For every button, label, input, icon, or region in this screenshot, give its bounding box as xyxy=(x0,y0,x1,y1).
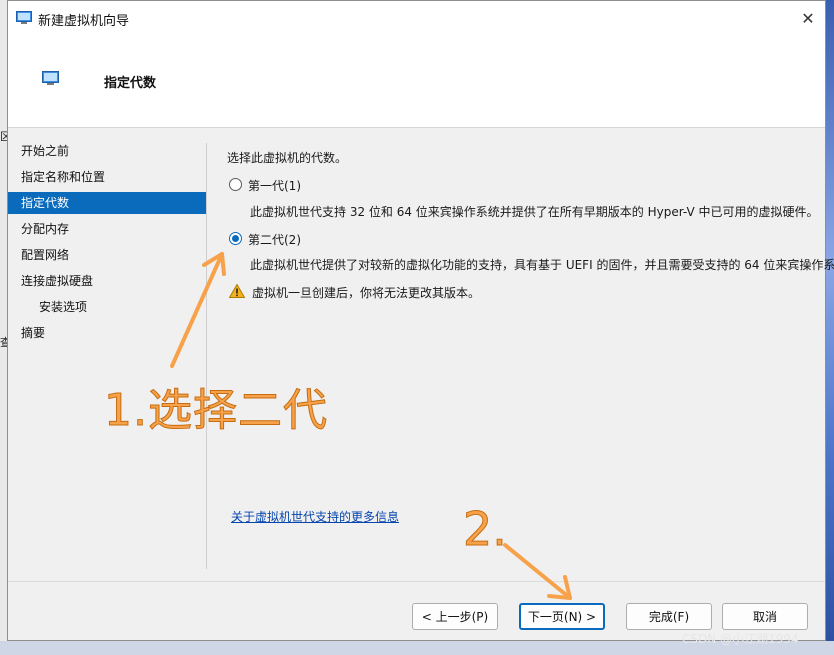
button-label: 下一页(N) > xyxy=(527,610,597,624)
close-icon: ✕ xyxy=(801,8,815,28)
nav-item-memory[interactable]: 分配内存 xyxy=(8,218,206,240)
panel-divider xyxy=(206,143,207,569)
generation-1-label[interactable]: 第一代(1) xyxy=(248,177,301,194)
previous-button[interactable]: < 上一步(P) xyxy=(412,603,498,630)
cancel-button[interactable]: 取消 xyxy=(722,603,808,630)
nav-item-install-options[interactable]: 安装选项 xyxy=(8,296,206,318)
footer-separator xyxy=(8,581,825,582)
title-bar[interactable]: 新建虚拟机向导 ✕ xyxy=(8,1,825,35)
generation-2-label[interactable]: 第二代(2) xyxy=(248,231,301,248)
next-button[interactable]: 下一页(N) > xyxy=(519,603,605,630)
prompt-text: 选择此虚拟机的代数。 xyxy=(227,151,348,165)
nav-item-label: 安装选项 xyxy=(39,300,88,314)
button-label: < 上一步(P) xyxy=(421,610,489,624)
warning-text: 虚拟机一旦创建后，你将无法更改其版本。 xyxy=(252,286,481,300)
hyperv-vm-icon xyxy=(42,71,59,85)
generation-1-description: 此虚拟机世代支持 32 位和 64 位来宾操作系统并提供了在所有早期版本的 Hy… xyxy=(250,205,819,219)
nav-item-generation[interactable]: 指定代数 xyxy=(8,192,206,214)
button-label: 取消 xyxy=(752,610,777,624)
csdn-watermark: CSDN @小江湖1994 xyxy=(682,632,799,646)
nav-item-label: 连接虚拟硬盘 xyxy=(21,274,94,288)
step-1-annotation: 1.选择二代 xyxy=(104,385,328,437)
wizard-window: 新建虚拟机向导 ✕ 指定代数 开始之前 指定名称和位置 指定代数 分配内存 配置… xyxy=(7,0,834,641)
nav-item-virtual-disk[interactable]: 连接虚拟硬盘 xyxy=(8,270,206,292)
button-label: 完成(F) xyxy=(648,610,690,624)
nav-item-network[interactable]: 配置网络 xyxy=(8,244,206,266)
nav-item-label: 摘要 xyxy=(21,326,46,340)
desktop-wallpaper xyxy=(826,0,834,655)
nav-item-label: 指定代数 xyxy=(21,196,70,210)
page-header: 指定代数 xyxy=(8,35,825,128)
finish-button[interactable]: 完成(F) xyxy=(626,603,712,630)
nav-item-name-location[interactable]: 指定名称和位置 xyxy=(8,166,206,188)
warning-icon xyxy=(229,284,245,298)
generation-2-radio[interactable] xyxy=(229,232,242,245)
page-title: 指定代数 xyxy=(104,76,157,91)
close-button[interactable]: ✕ xyxy=(797,7,819,29)
step-2-annotation: 2. xyxy=(463,502,508,557)
hyperv-vm-icon xyxy=(16,11,32,24)
nav-item-label: 配置网络 xyxy=(21,248,70,262)
generation-2-description: 此虚拟机世代提供了对较新的虚拟化功能的支持，具有基于 UEFI 的固件，并且需要… xyxy=(250,258,834,272)
more-info-link[interactable]: 关于虚拟机世代支持的更多信息 xyxy=(231,508,399,525)
nav-item-label: 开始之前 xyxy=(21,144,70,158)
nav-item-before-you-begin[interactable]: 开始之前 xyxy=(8,140,206,162)
nav-item-label: 分配内存 xyxy=(21,222,70,236)
generation-1-radio[interactable] xyxy=(229,178,242,191)
nav-item-label: 指定名称和位置 xyxy=(21,170,106,184)
window-title: 新建虚拟机向导 xyxy=(38,14,130,29)
nav-item-summary[interactable]: 摘要 xyxy=(8,322,206,344)
